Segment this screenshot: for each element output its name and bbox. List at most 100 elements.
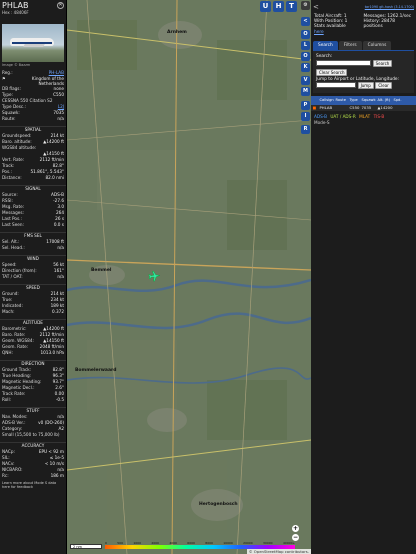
col-header-speed[interactable]: Spd. [392, 98, 404, 102]
toolbar-o-button[interactable]: O [301, 30, 310, 39]
section-header-accuracy: ACCURACY [0, 442, 66, 449]
table-cell-flag-icon: ■ [312, 105, 317, 111]
signal-row: Last Seen: 0.0 s [0, 222, 66, 228]
section-header-fms: FMS SEL [0, 232, 66, 239]
col-header-type[interactable]: Type [348, 98, 360, 102]
direction-row: Roll: -0.5 [0, 397, 66, 403]
speed-value: 0.372 [52, 309, 64, 314]
collapse-arrow-icon[interactable]: < [313, 3, 319, 11]
fms-value: n/a [57, 245, 64, 250]
toggle-panel-button[interactable]: < [301, 17, 310, 26]
clear-search-button[interactable]: Clear Search [316, 68, 348, 76]
map-scale-bar: 2 nm [70, 544, 102, 549]
city-label-bemmel: Bemmel [91, 268, 112, 273]
settings-gear-icon[interactable]: ⚙ [301, 1, 310, 10]
toolbar-l-button[interactable]: L [301, 41, 310, 50]
clear-jump-button[interactable]: Clear [375, 81, 392, 89]
section-header-speed: SPEED [0, 284, 66, 291]
map-tool-h-button[interactable]: H [273, 1, 284, 12]
country-row: ⚑ Kingdom of the Netherlands [0, 76, 66, 86]
toolbar-k-button[interactable]: K [301, 63, 310, 72]
spatial-label: WGS84 altitude: [2, 145, 37, 150]
flag-icon: ⚑ [2, 76, 6, 81]
fms-label: Sel. Head.: [2, 245, 25, 250]
spatial-label: Distance: [2, 175, 22, 180]
toolbar-i-button[interactable]: I [301, 112, 310, 121]
close-icon[interactable]: ✕ [57, 2, 64, 9]
spatial-row: Distance: 82.0 nmi [0, 175, 66, 181]
section-header-signal: SIGNAL [0, 185, 66, 192]
accuracy-label: Rc: [2, 473, 9, 478]
tab-columns[interactable]: Columns [362, 40, 392, 50]
wind-label: TAT / OAT: [2, 274, 23, 279]
left-footer: Learn more about Mode S data here for fe… [2, 481, 57, 489]
speed-row: Mach: 0.372 [0, 309, 66, 315]
aircraft-list-panel: < tar1090 git-hash (3.14.1700) Total Air… [311, 0, 416, 554]
panel-tabs: Search Filters Columns [313, 40, 414, 50]
search-button[interactable]: Search [372, 59, 393, 67]
tab-filters[interactable]: Filters [338, 40, 362, 50]
detail-sections: SPATIAL Groundspeed: 214 kt Baro. altitude:… [0, 126, 66, 479]
section-header-stuff: STUFF [0, 407, 66, 414]
col-header-altitude[interactable]: Alt. (ft) [376, 98, 392, 102]
right-panel-header: < tar1090 git-hash (3.14.1700) [311, 0, 416, 12]
speed-label: Mach: [2, 309, 15, 314]
map-tool-u-button[interactable]: U [260, 1, 271, 12]
aircraft-photo-wing [23, 44, 45, 47]
zoom-in-button[interactable]: + [292, 525, 299, 532]
col-header-route[interactable]: Route [334, 98, 348, 102]
spatial-value: ▲14200 ft [43, 139, 64, 144]
search-box: Search: Search Clear Search Jump to Airp… [313, 49, 414, 93]
map-canvas [67, 0, 311, 554]
stats-here-link[interactable]: here [314, 30, 364, 35]
col-header-squawk[interactable]: Squawk [360, 98, 376, 102]
jump-input[interactable] [316, 82, 356, 89]
aircraft-photo[interactable] [2, 24, 64, 62]
section-header-spatial: SPATIAL [0, 126, 66, 133]
jump-button[interactable]: Jump [357, 81, 374, 89]
type-value: C550 [53, 92, 64, 97]
map-view[interactable]: Arnhem Bemmel Bommelerwaard Hertogenbosc… [67, 0, 311, 554]
altitude-label: QNH: [2, 350, 13, 355]
fms-row: Sel. Head.: n/a [0, 245, 66, 251]
toolbar-r-button[interactable]: R [301, 125, 310, 134]
col-header-callsign[interactable]: Callsign [318, 98, 334, 102]
stats-block: Total Aircraft: 1 With Position: 1 Stats… [311, 12, 416, 37]
altitude-row: QNH: 1013.0 hPa [0, 350, 66, 356]
table-cell-squawk: 7035 [361, 105, 372, 111]
search-input[interactable] [316, 60, 371, 67]
callsign: PHLAB [2, 1, 29, 10]
direction-value: -0.5 [55, 397, 64, 402]
route-row: Route: n/a [0, 116, 66, 122]
source-legend: ADS-B UAT / ADS-R MLAT TIS-B Mode-S [311, 111, 416, 126]
map-tool-t-button[interactable]: T [286, 1, 297, 12]
route-label: Route: [2, 116, 16, 121]
stats-right: Messages: 1262.1/sec History: 28478 posi… [364, 14, 414, 35]
city-label-bommelerwaard: Bommelerwaard [75, 368, 117, 373]
legend-tisb: TIS-B [373, 113, 385, 119]
altitude-value: 1013.0 hPa [40, 350, 64, 355]
aircraft-detail-panel: PHLAB Hex : 48406F ✕ Image © Bazzm Reg.:… [0, 0, 67, 554]
legend-uat: UAT / ADS-R [330, 113, 356, 119]
wind-row: TAT / OAT: n/a [0, 274, 66, 280]
table-cell-altitude: ▲14200 [377, 105, 393, 111]
toolbar-p-button[interactable]: P [301, 101, 310, 110]
version-link[interactable]: tar1090 git-hash (3.14.1700) [365, 5, 414, 9]
legend-mlat: MLAT [359, 113, 371, 119]
tab-search[interactable]: Search [313, 40, 338, 50]
toolbar-o2-button[interactable]: O [301, 52, 310, 61]
route-value: n/a [57, 116, 64, 121]
section-header-altitude: ALTITUDE [0, 319, 66, 326]
toolbar-m-button[interactable]: M [301, 87, 310, 96]
stuff-label: Small (15,500 to 75,000 lb) [2, 432, 60, 437]
section-header-direction: DIRECTION [0, 360, 66, 367]
detail-header: PHLAB Hex : 48406F ✕ [0, 0, 66, 24]
zoom-out-button[interactable]: − [292, 534, 299, 541]
signal-label: Last Seen: [2, 222, 24, 227]
signal-value: 0.0 s [53, 222, 64, 227]
direction-label: Roll: [2, 397, 12, 402]
toolbar-v-button[interactable]: V [301, 76, 310, 85]
aircraft-table-header: Callsign Route Type Squawk Alt. (ft) Spd… [311, 95, 416, 105]
accuracy-value: 186 m [50, 473, 64, 478]
table-cell-type: C550 [349, 105, 360, 111]
